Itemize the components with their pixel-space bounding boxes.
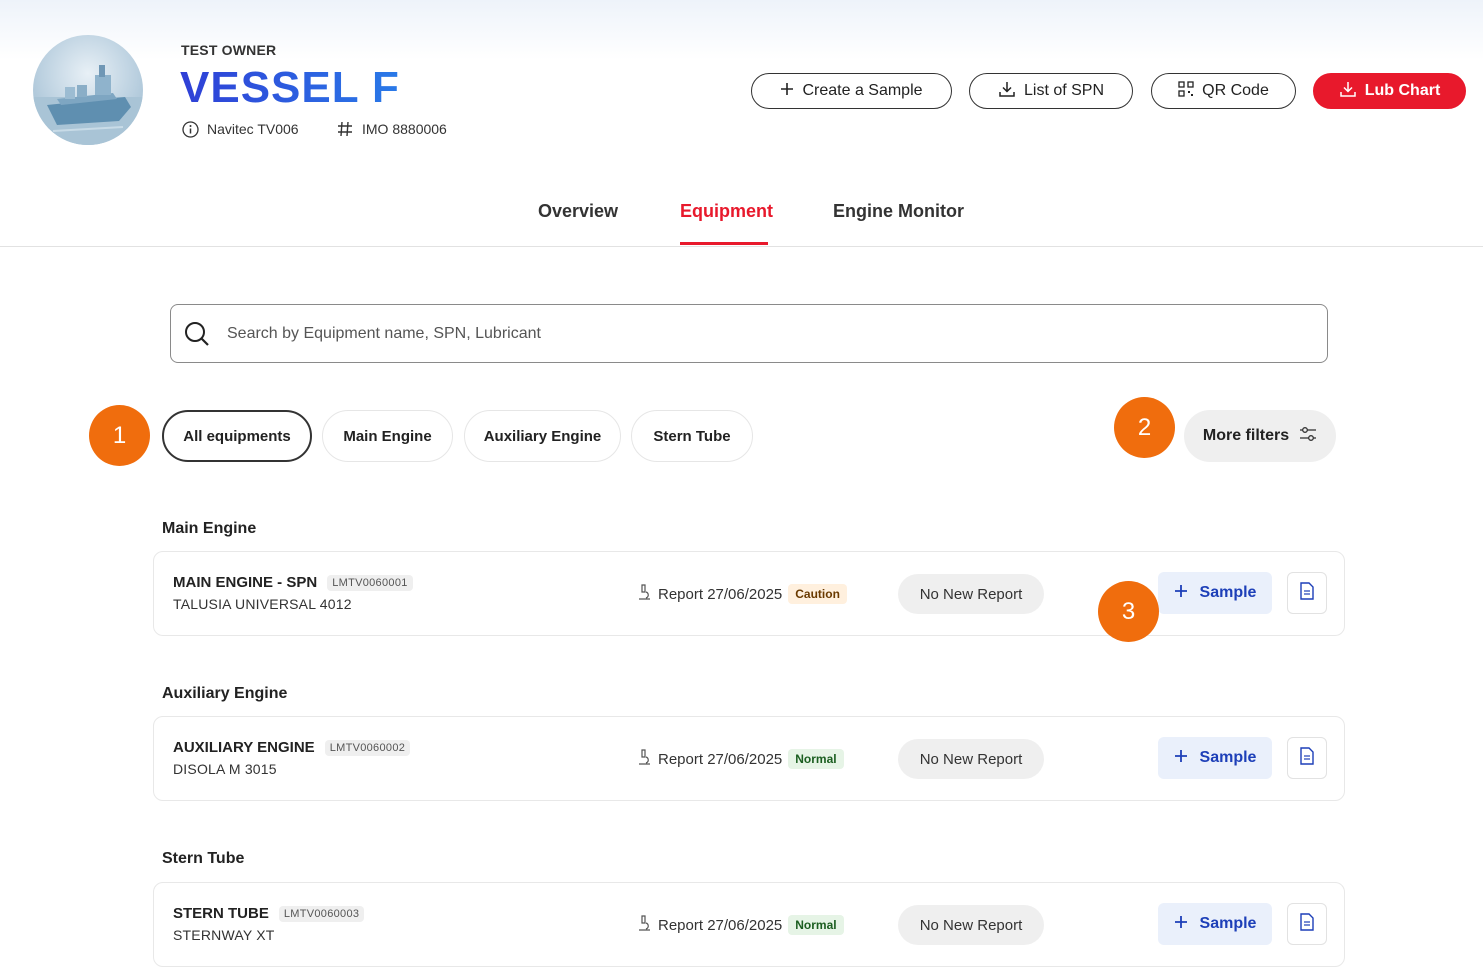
vessel-avatar: [33, 35, 143, 145]
equipment-name: STERN TUBE LMTV0060003: [173, 905, 365, 922]
report-document-button[interactable]: [1287, 903, 1327, 945]
create-sample-button[interactable]: Create a Sample: [751, 73, 952, 109]
section-title-main-engine: Main Engine: [162, 520, 257, 537]
document-icon: [1300, 581, 1314, 605]
plus-icon: [1174, 749, 1188, 768]
ship-image-icon: [33, 65, 143, 145]
plus-icon: [1174, 915, 1188, 934]
lubricant-name: STERNWAY XT: [173, 927, 275, 943]
more-filters-label: More filters: [1202, 427, 1290, 444]
document-icon: [1300, 746, 1314, 770]
plus-icon: [1174, 584, 1188, 603]
spn-tag: LMTV0060002: [324, 739, 411, 756]
equipment-name-text: AUXILIARY ENGINE: [173, 739, 315, 756]
vessel-title: VESSEL F: [180, 63, 400, 112]
imo-info: IMO 8880006: [336, 120, 447, 138]
report-info: Report 27/06/2025 Normal: [636, 914, 844, 936]
lubricant-name: TALUSIA UNIVERSAL 4012: [173, 596, 352, 612]
active-tab-indicator: [680, 242, 768, 245]
status-badge: Normal: [788, 749, 844, 769]
annotation-marker-3: 3: [1098, 581, 1159, 642]
document-icon: [1300, 912, 1314, 936]
lubricant-name: DISOLA M 3015: [173, 761, 277, 777]
microscope-icon: [636, 914, 652, 936]
owner-label: TEST OWNER: [181, 42, 277, 58]
microscope-icon: [636, 748, 652, 770]
equipment-card: AUXILIARY ENGINE LMTV0060002 DISOLA M 30…: [153, 716, 1345, 801]
spn-tag: LMTV0060003: [278, 905, 365, 922]
plus-icon: [780, 82, 794, 101]
annotation-marker-1: 1: [89, 405, 150, 466]
report-date: Report 27/06/2025: [658, 750, 783, 768]
more-filters-button[interactable]: More filters: [1184, 410, 1336, 462]
filter-sliders-icon: [1299, 426, 1317, 447]
report-document-button[interactable]: [1287, 572, 1327, 614]
section-title-stern-tube: Stern Tube: [162, 850, 245, 867]
equipment-name: MAIN ENGINE - SPN LMTV0060001: [173, 574, 413, 591]
download-icon: [998, 80, 1016, 103]
add-sample-button[interactable]: Sample: [1158, 572, 1272, 614]
new-report-status: No New Report: [898, 574, 1044, 614]
sample-label: Sample: [1199, 749, 1257, 766]
list-of-spn-label: List of SPN: [1023, 82, 1105, 99]
section-title-auxiliary-engine: Auxiliary Engine: [162, 685, 288, 702]
hash-icon: [336, 120, 354, 138]
search-input[interactable]: [227, 324, 1227, 343]
qr-code-button[interactable]: QR Code: [1151, 73, 1296, 109]
create-sample-label: Create a Sample: [802, 82, 923, 99]
equipment-card: MAIN ENGINE - SPN LMTV0060001 TALUSIA UN…: [153, 551, 1345, 636]
equipment-name: AUXILIARY ENGINE LMTV0060002: [173, 739, 411, 756]
report-info: Report 27/06/2025 Caution: [636, 583, 847, 605]
report-info: Report 27/06/2025 Normal: [636, 748, 844, 770]
add-sample-button[interactable]: Sample: [1158, 737, 1272, 779]
filter-chip-auxiliary-engine[interactable]: Auxiliary Engine: [464, 410, 621, 462]
annotation-marker-2: 2: [1114, 397, 1175, 458]
spn-tag: LMTV0060001: [327, 574, 413, 591]
filter-chip-stern-tube[interactable]: Stern Tube: [631, 410, 753, 462]
search-icon: [183, 320, 211, 348]
tab-bar: Overview Equipment Engine Monitor: [0, 195, 1483, 247]
navitec-info: Navitec TV006: [181, 120, 299, 138]
sample-label: Sample: [1199, 584, 1257, 601]
info-icon: [181, 120, 199, 138]
equipment-name-text: STERN TUBE: [173, 905, 269, 922]
tab-engine-monitor[interactable]: Engine Monitor: [833, 201, 964, 222]
qr-code-icon: [1178, 80, 1194, 102]
lub-chart-label: Lub Chart: [1364, 82, 1441, 99]
list-of-spn-button[interactable]: List of SPN: [969, 73, 1133, 109]
status-badge: Normal: [788, 915, 844, 935]
imo-value: IMO 8880006: [362, 121, 447, 137]
microscope-icon: [636, 583, 652, 605]
status-badge: Caution: [788, 584, 847, 604]
report-document-button[interactable]: [1287, 737, 1327, 779]
report-date: Report 27/06/2025: [658, 916, 783, 934]
sample-label: Sample: [1199, 915, 1257, 932]
add-sample-button[interactable]: Sample: [1158, 903, 1272, 945]
download-icon: [1339, 80, 1357, 103]
navitec-value: Navitec TV006: [207, 121, 299, 137]
lub-chart-button[interactable]: Lub Chart: [1313, 73, 1466, 109]
tab-equipment[interactable]: Equipment: [680, 201, 773, 222]
equipment-card: STERN TUBE LMTV0060003 STERNWAY XT Repor…: [153, 882, 1345, 967]
search-box: [170, 304, 1328, 363]
new-report-status: No New Report: [898, 905, 1044, 945]
tab-overview[interactable]: Overview: [538, 201, 618, 222]
filter-chip-all-equipments[interactable]: All equipments: [162, 410, 312, 462]
new-report-status: No New Report: [898, 739, 1044, 779]
equipment-name-text: MAIN ENGINE - SPN: [173, 574, 318, 591]
report-date: Report 27/06/2025: [658, 585, 783, 603]
qr-code-label: QR Code: [1202, 82, 1269, 99]
filter-chip-main-engine[interactable]: Main Engine: [322, 410, 453, 462]
